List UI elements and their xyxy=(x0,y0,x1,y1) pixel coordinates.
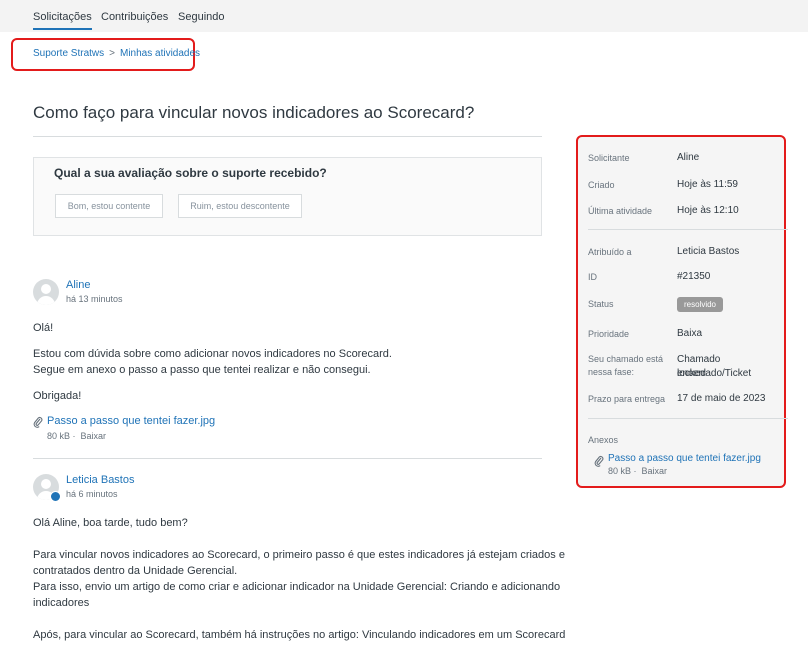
comment-text: Segue em anexo o passo a passo que tente… xyxy=(33,364,371,376)
satisfaction-rating-box: Qual a sua avaliação sobre o suporte rec… xyxy=(33,157,542,236)
breadcrumb-item-minhas-atividades[interactable]: Minhas atividades xyxy=(120,48,200,59)
assignee-label: Atribuído a xyxy=(588,247,632,257)
last-activity-value: Hoje às 12:10 xyxy=(677,205,739,216)
sidebar-divider xyxy=(588,418,788,419)
request-details-sidebar: Solicitante Aline Criado Hoje às 11:59 Ú… xyxy=(576,135,788,488)
assignee-value: Leticia Bastos xyxy=(677,246,740,257)
user-avatar-icon xyxy=(33,279,59,305)
priority-value: Baixa xyxy=(677,328,703,339)
attachment-meta: 80 kB · Baixar xyxy=(47,431,107,441)
rating-question: Qual a sua avaliação sobre o suporte rec… xyxy=(54,166,327,180)
comment-time: há 13 minutos xyxy=(66,294,123,304)
sidebar-divider xyxy=(588,229,788,230)
comment-text: Olá! xyxy=(33,322,54,334)
ticket-state-value-line2: locked xyxy=(677,368,706,379)
status-label: Status xyxy=(588,299,614,309)
id-label: ID xyxy=(588,272,597,282)
comment-text: Para isso, envio um artigo de como criar… xyxy=(33,581,561,593)
requester-label: Solicitante xyxy=(588,153,630,163)
tab-contribuicoes[interactable]: Contribuições xyxy=(101,11,168,23)
due-value: 17 de maio de 2023 xyxy=(677,393,766,404)
last-activity-label: Última atividade xyxy=(588,206,653,216)
requester-value: Aline xyxy=(677,152,700,163)
comment-time: há 6 minutos xyxy=(66,489,118,499)
comment-text: Após, para vincular ao Scorecard, também… xyxy=(33,629,566,641)
breadcrumb: Suporte Stratws > Minhas atividades xyxy=(33,48,200,59)
paperclip-icon xyxy=(33,416,43,428)
rating-good-button[interactable]: Bom, estou contente xyxy=(55,194,163,218)
comment-leticia: Leticia Bastos há 6 minutos Olá Aline, b… xyxy=(33,474,565,654)
breadcrumb-separator: > xyxy=(109,48,115,59)
due-label: Prazo para entrega xyxy=(588,394,666,404)
attachment-size: 80 kB xyxy=(47,431,71,441)
created-value: Hoje às 11:59 xyxy=(677,179,738,190)
attachments-label: Anexos xyxy=(588,435,619,445)
rating-bad-button[interactable]: Ruim, estou descontente xyxy=(178,194,302,218)
attachment-download-link[interactable]: Baixar xyxy=(81,431,107,441)
paperclip-icon xyxy=(594,455,604,467)
sidebar-attachment-download-link[interactable]: Baixar xyxy=(642,466,668,476)
comment-text: Obrigada! xyxy=(33,390,82,402)
title-divider xyxy=(33,136,542,137)
sidebar-attachment-meta: 80 kB · Baixar xyxy=(608,466,668,476)
tab-seguindo[interactable]: Seguindo xyxy=(178,11,225,23)
comment-text: Para vincular novos indicadores ao Score… xyxy=(33,549,565,561)
breadcrumb-item-suporte[interactable]: Suporte Stratws xyxy=(33,48,104,59)
comment-text: Olá Aline, boa tarde, tudo bem? xyxy=(33,517,188,529)
created-label: Criado xyxy=(588,180,615,190)
ticket-state-label-line1: Seu chamado está xyxy=(588,354,664,364)
comment-aline: Aline há 13 minutos Olá! Estou com dúvid… xyxy=(33,279,542,441)
agent-badge-icon xyxy=(50,491,61,502)
comment-text: indicadores xyxy=(33,597,90,609)
comment-text: Estou com dúvida sobre como adicionar no… xyxy=(33,348,392,360)
priority-label: Prioridade xyxy=(588,329,630,339)
comment-divider xyxy=(33,458,542,459)
page-title: Como faço para vincular novos indicadore… xyxy=(33,103,475,122)
comment-author[interactable]: Aline xyxy=(66,279,90,291)
attachment-link[interactable]: Passo a passo que tentei fazer.jpg xyxy=(47,415,215,427)
sidebar-attachment-size: 80 kB xyxy=(608,466,632,476)
status-badge: resolvido xyxy=(677,297,723,312)
tab-solicitacoes[interactable]: Solicitações xyxy=(33,11,92,30)
ticket-state-label-line2: nessa fase: xyxy=(588,367,635,377)
comment-author[interactable]: Leticia Bastos xyxy=(66,474,134,486)
comment-text: contratados dentro da Unidade Gerencial. xyxy=(33,565,238,577)
top-navigation: Solicitações Contribuições Seguindo xyxy=(0,0,808,32)
sidebar-attachment-link[interactable]: Passo a passo que tentei fazer.jpg xyxy=(608,453,761,464)
id-value: #21350 xyxy=(677,271,711,282)
